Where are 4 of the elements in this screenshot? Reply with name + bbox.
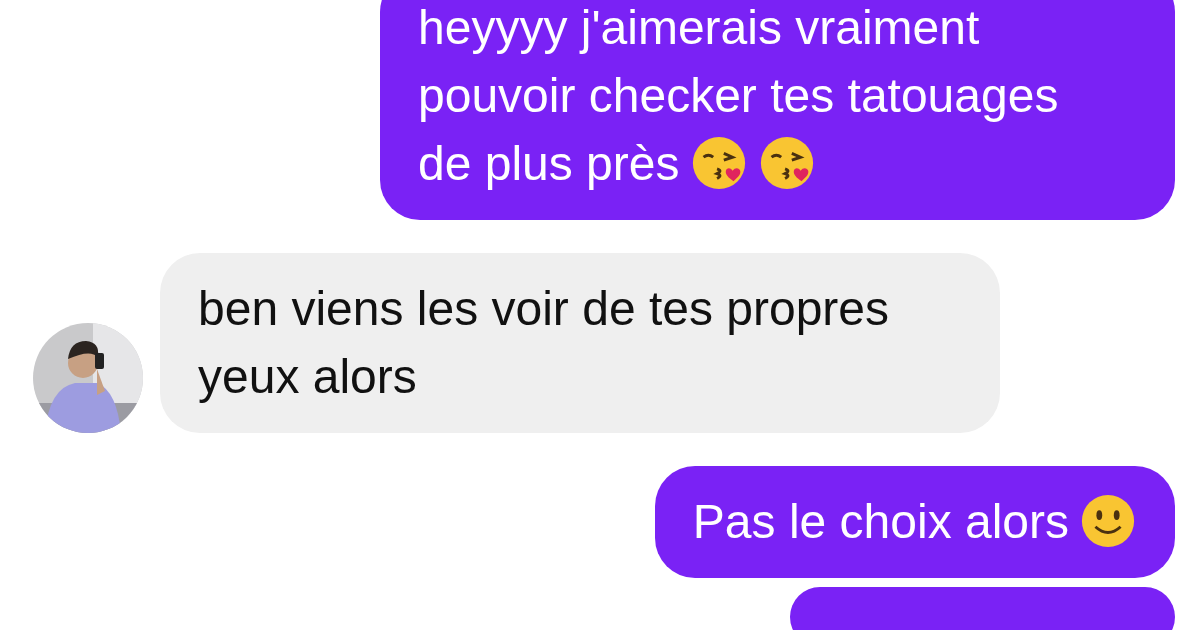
message-bubble: Pas le choix alors	[654, 466, 1175, 578]
message-bubble: ben viens les voir de tes propres yeux alors	[160, 253, 1000, 433]
smiling-face-icon	[1079, 492, 1137, 550]
message-bubble: heyyyy j'aimerais vraiment pouvoir checker tes tatouages de plus près	[380, 0, 1175, 220]
